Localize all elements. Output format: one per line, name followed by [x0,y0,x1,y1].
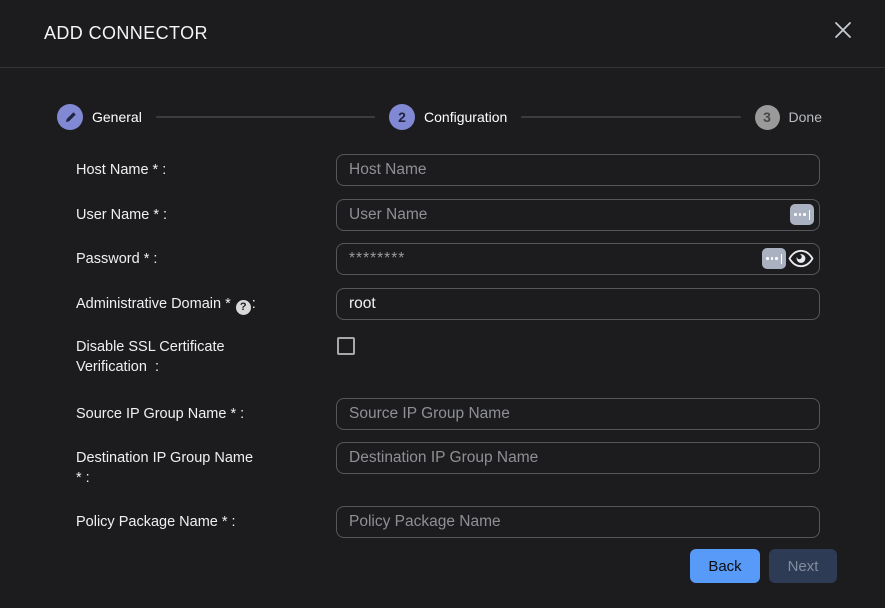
stepper-connector-2 [521,116,740,118]
administrative-domain-colon: : [252,296,256,312]
disable-ssl-label: Disable SSL Certificate Verification : [76,337,328,377]
password-ellipsis-button[interactable] [762,248,786,269]
destination-ip-group-input[interactable] [336,442,820,474]
step-configuration[interactable]: 2 Configuration [389,104,507,130]
back-button[interactable]: Back [690,549,760,583]
ellipsis-cursor-icon [794,210,810,220]
step-general-label: General [92,109,142,125]
administrative-domain-input[interactable] [336,288,820,320]
password-field [336,243,820,275]
next-button[interactable]: Next [769,549,837,583]
step-done-label: Done [789,109,822,125]
close-button[interactable] [829,16,857,44]
host-name-input[interactable] [336,154,820,186]
step-configuration-label: Configuration [424,109,507,125]
step-done: 3 Done [755,105,822,130]
source-ip-group-field [336,398,820,430]
user-name-field [336,199,820,231]
administrative-domain-field [336,288,820,320]
stepper-connector-1 [156,116,375,118]
disable-ssl-checkbox[interactable] [337,337,355,355]
help-icon[interactable]: ? [236,300,251,315]
administrative-domain-label: Administrative Domain * ?: [76,294,328,315]
dialog-header: ADD CONNECTOR [0,0,885,68]
close-icon [834,21,852,39]
password-label: Password * : [76,249,328,269]
destination-ip-group-label: Destination IP Group Name * : [76,448,328,488]
pencil-icon [57,104,83,130]
password-visibility-toggle[interactable] [788,249,814,268]
dialog-title: ADD CONNECTOR [44,23,208,44]
host-name-label: Host Name * : [76,160,328,180]
source-ip-group-input[interactable] [336,398,820,430]
user-name-label: User Name * : [76,205,328,225]
administrative-domain-label-text: Administrative Domain * [76,296,231,312]
step-3-badge: 3 [755,105,780,130]
step-general[interactable]: General [57,104,142,130]
source-ip-group-label: Source IP Group Name * : [76,404,328,424]
policy-package-field [336,506,820,538]
policy-package-label: Policy Package Name * : [76,512,328,532]
user-name-input[interactable] [336,199,820,231]
wizard-stepper: General 2 Configuration 3 Done [57,104,822,130]
host-name-field [336,154,820,186]
user-name-ellipsis-button[interactable] [790,204,814,225]
add-connector-dialog: ADD CONNECTOR General 2 Configuration [0,0,885,608]
destination-ip-group-field [336,442,820,474]
eye-icon [788,256,814,271]
policy-package-input[interactable] [336,506,820,538]
password-input[interactable] [336,243,820,275]
step-2-badge: 2 [389,104,415,130]
ellipsis-cursor-icon [766,254,782,264]
